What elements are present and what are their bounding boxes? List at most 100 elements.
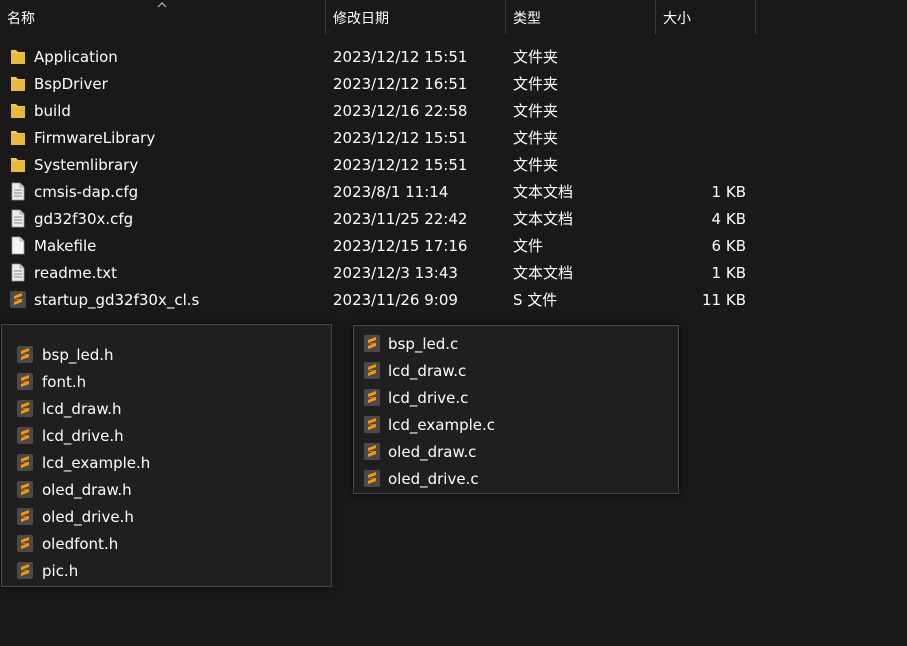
dragged-file-name: font.h [42,373,87,391]
file-date-modified: 2023/12/12 15:51 [333,129,468,147]
sublime-file-icon [16,345,34,364]
sublime-file-icon [16,507,34,526]
text-file-icon [9,182,27,201]
sublime-file-icon [16,480,34,499]
file-row[interactable]: cmsis-dap.cfg 2023/8/1 11:14 文本文档 1 KB [0,178,760,205]
dragged-file-item: bsp_led.h [2,341,331,368]
column-separator[interactable] [755,0,756,34]
column-header: 名称 修改日期 类型 大小 [0,0,907,36]
drag-preview-source-files: bsp_led.c lcd_draw.c lcd_drive.c lcd_exampl… [353,325,679,494]
file-type: 文件夹 [513,156,559,174]
file-row[interactable]: Makefile 2023/12/15 17:16 文件 6 KB [0,232,760,259]
file-type: 文本文档 [513,183,574,201]
dragged-file-name: pic.h [42,562,79,580]
sublime-file-icon [16,426,34,445]
column-size[interactable]: 大小 [656,0,755,36]
file-row[interactable]: readme.txt 2023/12/3 13:43 文本文档 1 KB [0,259,760,286]
dragged-file-item: lcd_draw.h [2,395,331,422]
file-type: 文本文档 [513,264,574,282]
file-type: S 文件 [513,291,558,309]
dragged-file-name: oled_drive.h [42,508,134,526]
file-name: FirmwareLibrary [34,129,156,147]
column-date-modified[interactable]: 修改日期 [326,0,505,36]
file-type: 文件 [513,237,544,255]
dragged-file-item: lcd_draw.c [354,357,678,384]
file-date-modified: 2023/11/25 22:42 [333,210,468,228]
file-name: BspDriver [34,75,108,93]
file-date-modified: 2023/12/12 15:51 [333,156,468,174]
text-file-icon [9,209,27,228]
file-name: Application [34,48,118,66]
file-size: 1 KB [711,183,746,201]
dragged-file-name: oledfont.h [42,535,119,553]
file-date-modified: 2023/11/26 9:09 [333,291,458,309]
dragged-file-name: lcd_drive.h [42,427,124,445]
file-type: 文件夹 [513,102,559,120]
file-row[interactable]: gd32f30x.cfg 2023/11/25 22:42 文本文档 4 KB [0,205,760,232]
drag-preview-header-files: bsp_led.h font.h lcd_draw.h lcd_drive.h lcd_… [1,324,332,587]
file-row[interactable]: build 2023/12/16 22:58 文件夹 [0,97,760,124]
dragged-file-name: lcd_draw.c [388,362,467,380]
dragged-file-item: lcd_drive.h [2,422,331,449]
file-date-modified: 2023/12/15 17:16 [333,237,468,255]
dragged-file-name: lcd_draw.h [42,400,122,418]
dragged-file-item: oled_drive.c [354,465,678,492]
dragged-file-item: oled_draw.h [2,476,331,503]
dragged-file-item: oled_drive.h [2,503,331,530]
column-type[interactable]: 类型 [506,0,655,36]
sublime-file-icon [363,361,381,380]
sublime-file-icon [363,415,381,434]
dragged-file-name: oled_draw.c [388,443,477,461]
dragged-file-name: lcd_example.h [42,454,151,472]
file-type: 文件夹 [513,48,559,66]
sublime-file-icon [16,372,34,391]
dragged-file-item: oled_draw.c [354,438,678,465]
sublime-file-icon [16,453,34,472]
blank-file-icon [9,236,27,255]
sublime-file-icon [363,442,381,461]
file-date-modified: 2023/8/1 11:14 [333,183,449,201]
file-date-modified: 2023/12/16 22:58 [333,102,468,120]
file-name: Makefile [34,237,97,255]
dragged-file-item: pic.h [2,557,331,584]
text-file-icon [9,263,27,282]
file-size: 11 KB [702,291,746,309]
file-row[interactable]: Systemlibrary 2023/12/12 15:51 文件夹 [0,151,760,178]
file-type: 文件夹 [513,129,559,147]
file-name: Systemlibrary [34,156,139,174]
dragged-file-item: lcd_example.h [2,449,331,476]
file-name: cmsis-dap.cfg [34,183,139,201]
file-row[interactable]: Application 2023/12/12 15:51 文件夹 [0,43,760,70]
file-type: 文本文档 [513,210,574,228]
file-size: 4 KB [711,210,746,228]
file-date-modified: 2023/12/3 13:43 [333,264,458,282]
dragged-file-name: oled_drive.c [388,470,479,488]
sublime-file-icon [16,399,34,418]
file-row[interactable]: startup_gd32f30x_cl.s 2023/11/26 9:09 S 文件… [0,286,760,313]
file-name: readme.txt [34,264,118,282]
file-name: startup_gd32f30x_cl.s [34,291,200,309]
dragged-file-item: oledfont.h [2,530,331,557]
dragged-file-item: font.h [2,368,331,395]
sublime-file-icon [363,334,381,353]
file-row[interactable]: FirmwareLibrary 2023/12/12 15:51 文件夹 [0,124,760,151]
dragged-file-item: lcd_drive.c [354,384,678,411]
folder-icon [9,101,27,120]
file-date-modified: 2023/12/12 15:51 [333,48,468,66]
file-date-modified: 2023/12/12 16:51 [333,75,468,93]
folder-icon [9,155,27,174]
sublime-file-icon [9,290,27,309]
dragged-file-name: oled_draw.h [42,481,132,499]
sublime-file-icon [16,561,34,580]
folder-icon [9,128,27,147]
sublime-file-icon [16,534,34,553]
sublime-file-icon [363,469,381,488]
file-size: 6 KB [711,237,746,255]
file-type: 文件夹 [513,75,559,93]
column-name[interactable]: 名称 [0,0,325,36]
file-size: 1 KB [711,264,746,282]
dragged-file-name: lcd_example.c [388,416,496,434]
sublime-file-icon [363,388,381,407]
file-row[interactable]: BspDriver 2023/12/12 16:51 文件夹 [0,70,760,97]
folder-icon [9,74,27,93]
